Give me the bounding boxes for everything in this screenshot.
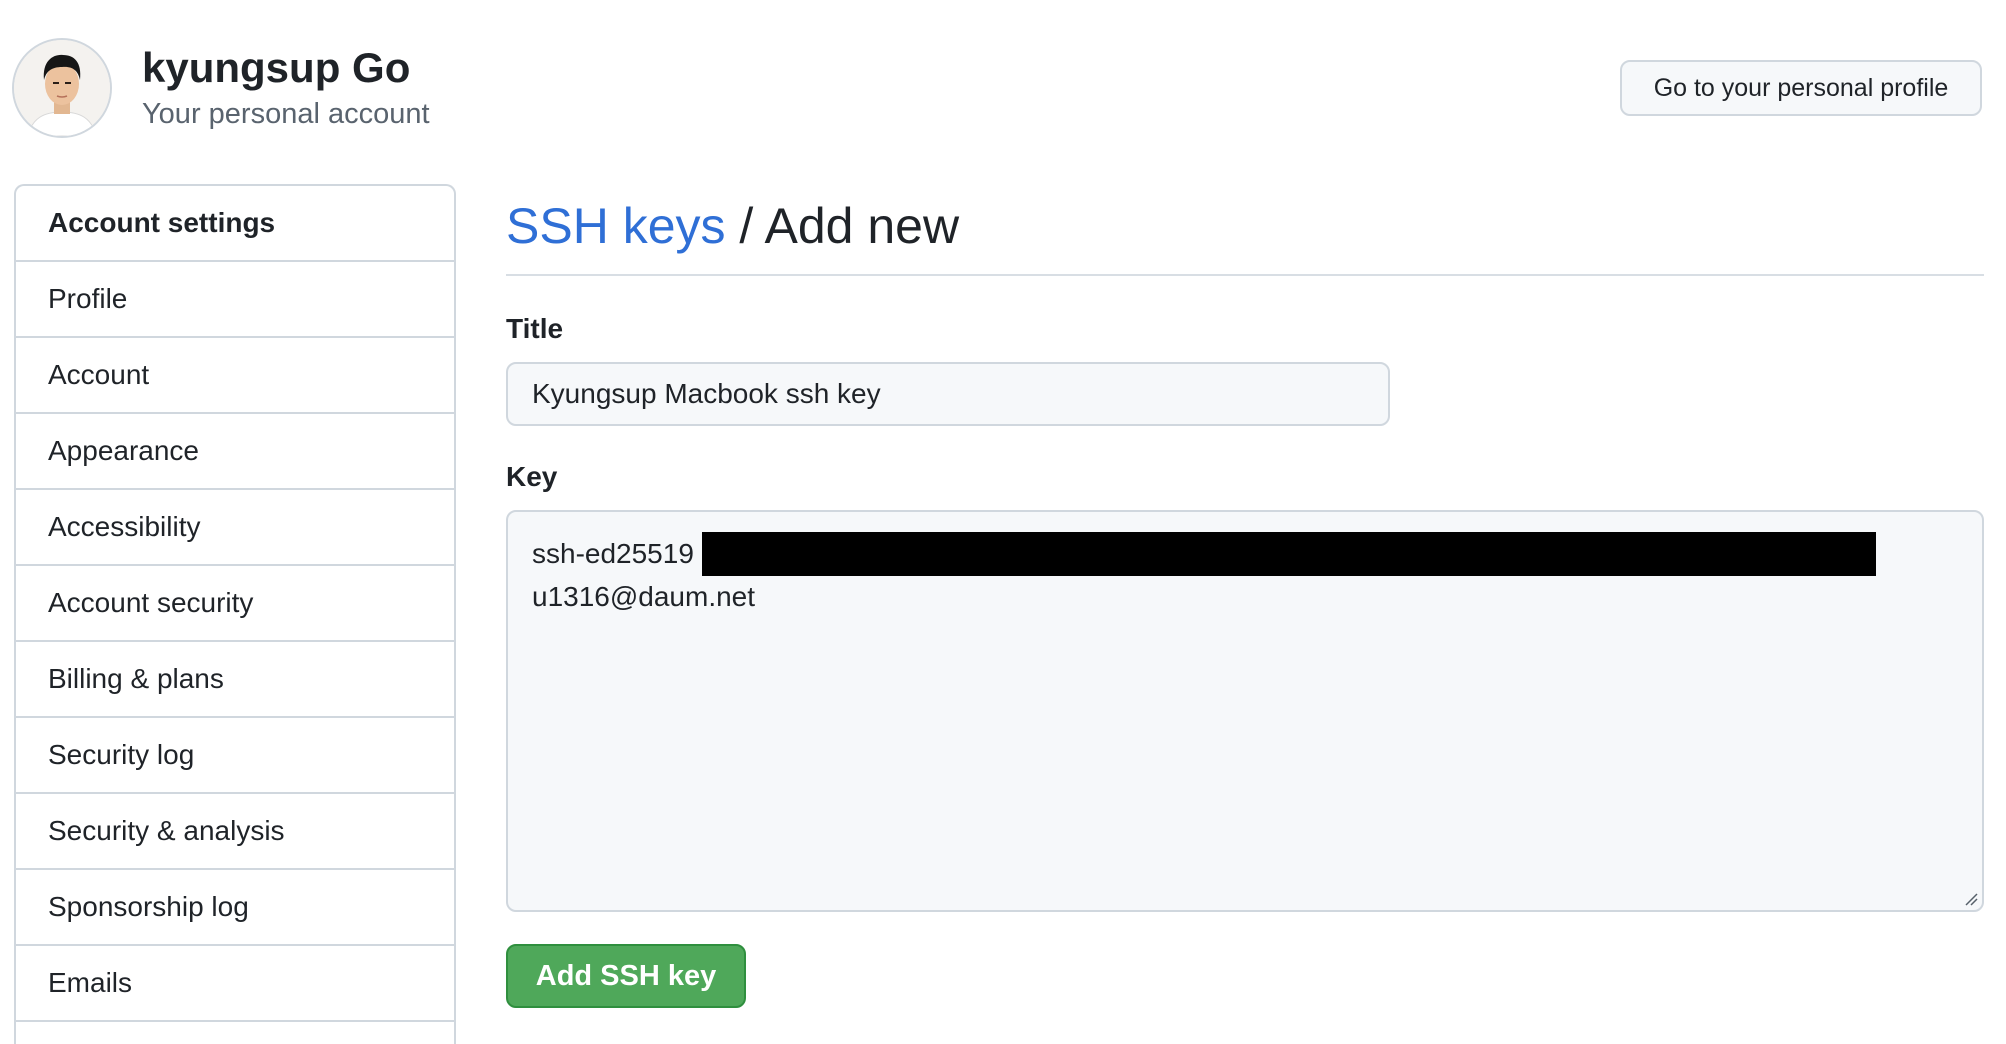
- go-to-profile-button[interactable]: Go to your personal profile: [1620, 60, 1982, 116]
- avatar[interactable]: [12, 38, 112, 138]
- account-header: kyungsup Go Your personal account Go to …: [0, 0, 2006, 170]
- title-field-label: Title: [506, 313, 564, 344]
- resize-grip-icon[interactable]: [1962, 890, 1978, 906]
- key-line-2: u1316@daum.net: [532, 576, 1958, 618]
- sidebar-item-profile[interactable]: Profile: [16, 262, 454, 338]
- sidebar-item-billing-plans[interactable]: Billing & plans: [16, 642, 454, 718]
- title-divider: [506, 274, 1984, 276]
- title-input[interactable]: [506, 362, 1390, 426]
- key-textarea[interactable]: ssh-ed25519 u1316@daum.net: [506, 510, 1984, 912]
- sidebar-item-account[interactable]: Account: [16, 338, 454, 414]
- settings-sidebar: Account settings Profile Account Appeara…: [14, 184, 456, 1044]
- sidebar-item-emails[interactable]: Emails: [16, 946, 454, 1022]
- main-content: SSH keys / Add new Title Key ssh-ed25519…: [506, 184, 1984, 1016]
- sidebar-item-sponsorship-log[interactable]: Sponsorship log: [16, 870, 454, 946]
- account-name: kyungsup Go: [142, 44, 411, 91]
- breadcrumb-separator: /: [739, 198, 754, 254]
- breadcrumb-ssh-keys-link[interactable]: SSH keys: [506, 198, 726, 254]
- key-email-text: u1316@daum.net: [532, 581, 756, 612]
- breadcrumb-current: Add new: [764, 198, 960, 254]
- account-subtitle: Your personal account: [142, 98, 430, 130]
- key-type-text: ssh-ed25519: [532, 538, 694, 569]
- sidebar-item-accessibility[interactable]: Accessibility: [16, 490, 454, 566]
- key-line-1: ssh-ed25519: [532, 532, 1958, 576]
- avatar-photo-icon: [14, 40, 110, 136]
- key-field-label: Key: [506, 461, 558, 492]
- sidebar-heading: Account settings: [16, 186, 454, 262]
- redacted-key-block: [701, 532, 1876, 576]
- sidebar-item-account-security[interactable]: Account security: [16, 566, 454, 642]
- add-ssh-key-button[interactable]: Add SSH key: [506, 944, 746, 1008]
- sidebar-item-appearance[interactable]: Appearance: [16, 414, 454, 490]
- sidebar-item-security-log[interactable]: Security log: [16, 718, 454, 794]
- sidebar-item-security-analysis[interactable]: Security & analysis: [16, 794, 454, 870]
- page-title: SSH keys / Add new: [506, 194, 959, 258]
